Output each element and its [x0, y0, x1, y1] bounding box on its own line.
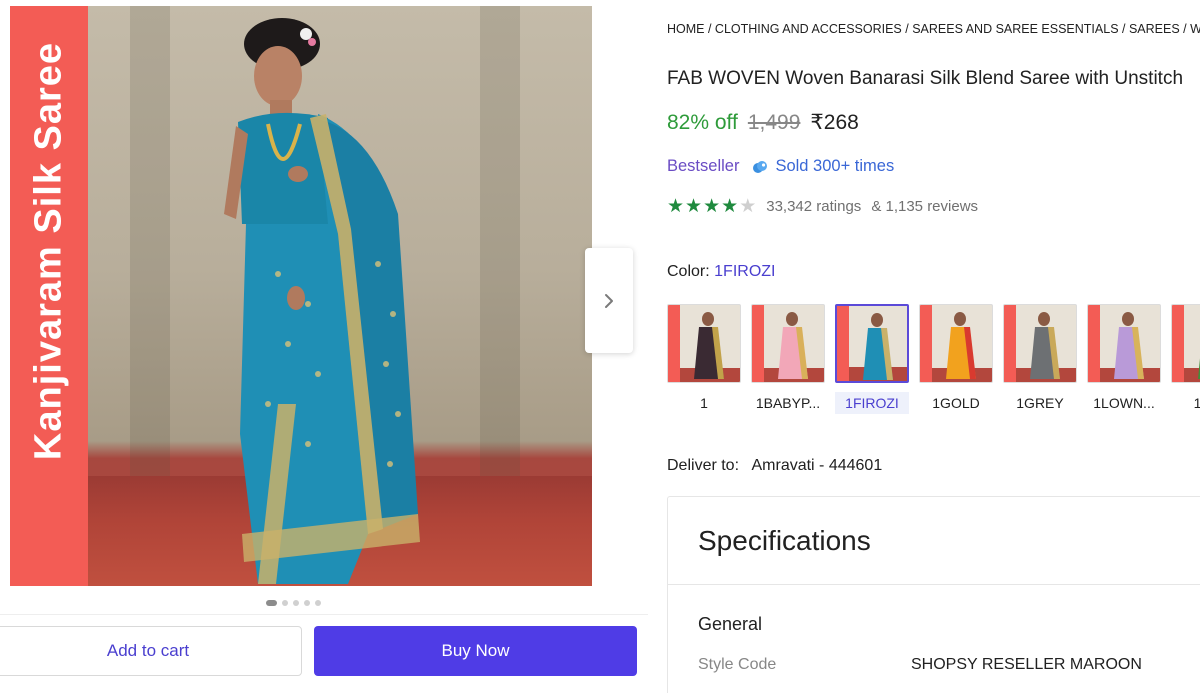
- color-swatch[interactable]: 1LOWN...: [1087, 304, 1161, 414]
- star-icon: ★: [739, 196, 757, 217]
- swatch-label: 1LOWN...: [1093, 395, 1155, 411]
- add-to-cart-button[interactable]: Add to cart: [0, 626, 302, 676]
- swatch-label: 1FIROZI: [835, 392, 909, 414]
- carousel-dot[interactable]: [282, 600, 288, 606]
- cloud-tag-icon: [753, 160, 768, 173]
- bestseller-badge: Bestseller: [667, 157, 740, 175]
- carousel-dot[interactable]: [266, 600, 277, 606]
- badge-row: Bestseller Sold 300+ times: [667, 157, 894, 176]
- color-swatch[interactable]: 1GOLD: [919, 304, 993, 414]
- selected-color: 1FIROZI: [714, 263, 776, 280]
- color-swatch[interactable]: 1ME: [1171, 304, 1200, 414]
- breadcrumb-item[interactable]: HOME: [667, 22, 705, 36]
- swatch-label: 1BABYP...: [755, 395, 821, 411]
- sold-badge: Sold 300+ times: [751, 157, 894, 176]
- carousel-dot[interactable]: [315, 600, 321, 606]
- breadcrumb-item[interactable]: SAREES: [1129, 22, 1180, 36]
- breadcrumb-item[interactable]: SAREES AND SAREE ESSENTIALS: [912, 22, 1118, 36]
- color-swatch[interactable]: 1BABYP...: [751, 304, 825, 414]
- selling-price: ₹268: [810, 111, 859, 134]
- swatch-thumbnail: [1087, 304, 1161, 383]
- divider: [0, 614, 648, 615]
- model-figure: [224, 18, 420, 584]
- star-rating: ★ ★ ★ ★ ★: [667, 197, 756, 216]
- carousel-dot[interactable]: [293, 600, 299, 606]
- swatch-thumbnail: [1171, 304, 1200, 383]
- delivery-location: Amravati - 444601: [751, 457, 883, 474]
- breadcrumb-separator: /: [1179, 22, 1191, 36]
- breadcrumb-item[interactable]: WOME: [1190, 22, 1200, 36]
- specifications-card: Specifications General Style Code SHOPSY…: [667, 496, 1200, 693]
- backdrop-fold: [480, 6, 520, 476]
- color-swatch[interactable]: 1: [667, 304, 741, 414]
- carousel-dots[interactable]: [266, 600, 321, 606]
- ratings-count: 33,342 ratings: [766, 198, 862, 215]
- color-swatches: 1 1BABYP... 1FIROZI 1GOLD 1GREY 1LOWN... 1ME: [667, 304, 1200, 416]
- discount-percent: 82% off: [667, 111, 738, 134]
- price-row: 82% off 1,499 ₹268: [667, 110, 859, 135]
- sold-count: Sold 300+ times: [775, 157, 895, 175]
- breadcrumb-separator: /: [704, 22, 715, 36]
- color-swatch[interactable]: 1FIROZI: [835, 304, 909, 414]
- carousel-dot[interactable]: [304, 600, 310, 606]
- color-swatch[interactable]: 1GREY: [1003, 304, 1077, 414]
- color-label: Color: 1FIROZI: [667, 263, 775, 281]
- backdrop-fold: [130, 6, 170, 476]
- swatch-thumbnail: [1003, 304, 1077, 383]
- reviews-count: & 1,135 reviews: [871, 198, 979, 215]
- delivery-label: Deliver to:: [667, 457, 740, 474]
- swatch-label: 1GOLD: [932, 395, 980, 411]
- swatch-thumbnail: [751, 304, 825, 383]
- image-next-button[interactable]: [585, 248, 633, 353]
- swatch-label: 1: [700, 395, 708, 411]
- swatch-thumbnail: [667, 304, 741, 383]
- spec-key: Style Code: [698, 656, 777, 673]
- swatch-thumbnail: [919, 304, 993, 383]
- star-icon: ★: [667, 196, 685, 217]
- swatch-label: 1GREY: [1016, 395, 1064, 411]
- rating-row[interactable]: ★ ★ ★ ★ ★ 33,342 ratings & 1,135 reviews: [667, 197, 978, 216]
- breadcrumb-item[interactable]: CLOTHING AND ACCESSORIES: [715, 22, 902, 36]
- star-icon: ★: [703, 196, 721, 217]
- chevron-right-icon: [605, 293, 613, 308]
- spec-value: SHOPSY RESELLER MAROON: [911, 656, 1142, 673]
- breadcrumb-separator: /: [901, 22, 913, 36]
- image-overlay-text: Kanjivaram Silk Saree: [27, 41, 70, 461]
- star-icon: ★: [685, 196, 703, 217]
- breadcrumb: HOME / CLOTHING AND ACCESSORIES / SAREES…: [667, 22, 1200, 36]
- swatch-label: 1ME: [1171, 392, 1200, 414]
- color-label-text: Color:: [667, 263, 710, 280]
- swatch-thumbnail: [835, 304, 909, 383]
- product-image[interactable]: Kanjivaram Silk Saree: [10, 6, 592, 586]
- delivery-info[interactable]: Deliver to: Amravati - 444601: [667, 457, 882, 475]
- divider: [668, 584, 1200, 585]
- breadcrumb-separator: /: [1118, 22, 1129, 36]
- specifications-title: Specifications: [698, 525, 871, 556]
- original-price: 1,499: [747, 111, 801, 134]
- product-title: FAB WOVEN Woven Banarasi Silk Blend Sare…: [667, 68, 1184, 89]
- star-icon: ★: [721, 196, 739, 217]
- spec-group-title: General: [698, 614, 763, 634]
- buy-now-button[interactable]: Buy Now: [314, 626, 637, 676]
